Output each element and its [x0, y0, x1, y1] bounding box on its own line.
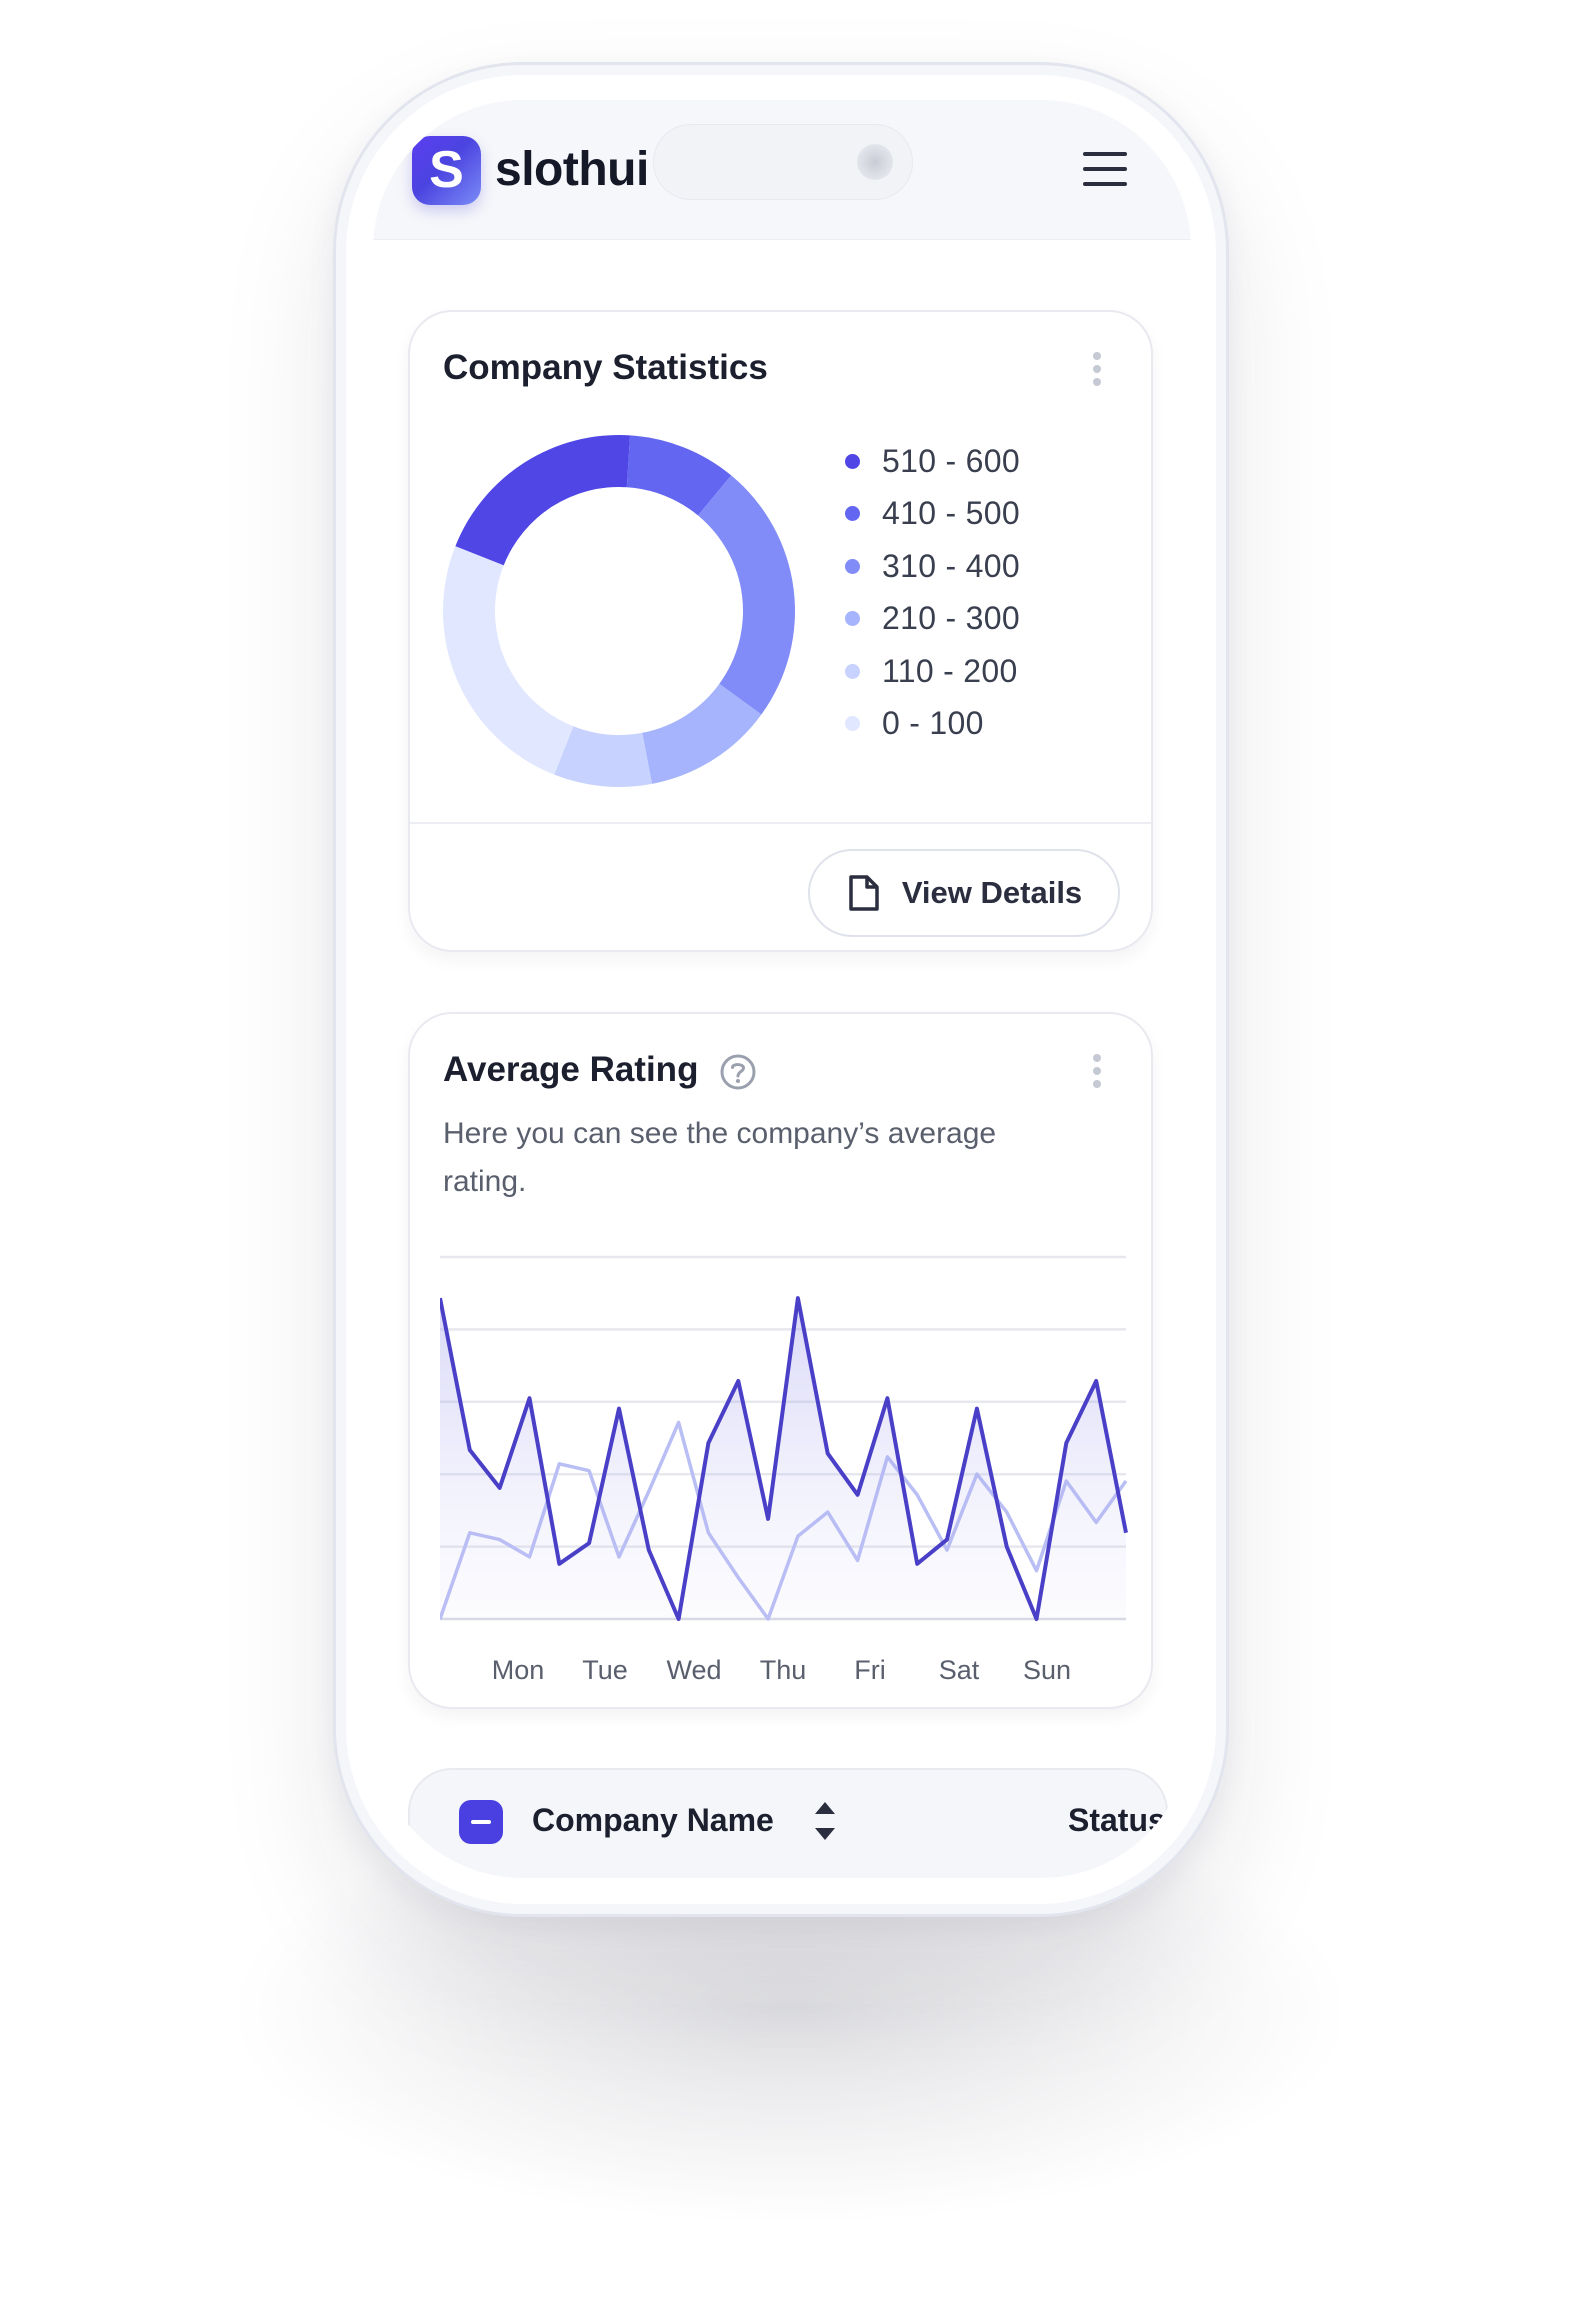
view-details-button[interactable]: View Details [808, 849, 1120, 937]
legend-item: 110 - 200 [845, 645, 1020, 698]
column-header-company-name[interactable]: Company Name [532, 1802, 774, 1839]
select-all-checkbox[interactable] [459, 1800, 503, 1844]
donut-slice[interactable] [443, 546, 574, 775]
view-details-label: View Details [901, 875, 1083, 910]
card-title: Average Rating [443, 1050, 699, 1089]
camera-icon [857, 144, 893, 180]
column-header-status[interactable]: Status [1068, 1802, 1166, 1839]
menu-bar [1083, 167, 1127, 171]
legend-label: 210 - 300 [882, 600, 1020, 637]
rating-line-chart: Mon Tue Wed Thu Fri Sat Sun [440, 1255, 1128, 1685]
document-icon [849, 875, 879, 911]
legend-item: 410 - 500 [845, 488, 1020, 541]
menu-bar [1083, 152, 1127, 156]
phone-screen: S slothui Company Statistics 510 - 600 41… [373, 100, 1191, 1878]
card-subtitle: Here you can see the company’s average r… [443, 1117, 997, 1198]
legend-item: 510 - 600 [845, 435, 1020, 488]
average-rating-card: Average Rating Here you can see the comp… [408, 1012, 1153, 1709]
legend-label: 510 - 600 [882, 442, 1020, 479]
card-divider [410, 822, 1151, 824]
card-title: Company Statistics [443, 348, 768, 387]
company-table-header: Company Name Status [408, 1768, 1168, 1878]
x-tick-label: Sat [939, 1655, 980, 1685]
series-area [440, 1298, 1126, 1619]
company-statistics-card: Company Statistics 510 - 600 410 - 500 310… [408, 310, 1153, 952]
donut-legend: 510 - 600 410 - 500 310 - 400 210 - 300 110 … [845, 435, 1020, 750]
sort-icon[interactable] [810, 1798, 840, 1844]
kebab-dot [1093, 1054, 1101, 1062]
x-tick-label: Fri [854, 1655, 885, 1685]
legend-item: 0 - 100 [845, 698, 1020, 751]
legend-dot [845, 506, 860, 522]
kebab-dot [1093, 1080, 1101, 1088]
x-tick-label: Tue [582, 1655, 628, 1685]
legend-label: 0 - 100 [882, 705, 984, 742]
legend-label: 310 - 400 [882, 547, 1020, 584]
legend-label: 410 - 500 [882, 495, 1020, 532]
legend-dot [845, 558, 860, 574]
more-options-icon[interactable] [1093, 1054, 1103, 1094]
donut-slice[interactable] [698, 475, 795, 715]
brand-name[interactable]: slothui [495, 142, 649, 197]
top-navigation-bar: S slothui [373, 100, 1191, 240]
x-tick-label: Wed [666, 1655, 721, 1685]
menu-bar [1083, 182, 1127, 186]
kebab-dot [1093, 352, 1101, 360]
logo-icon[interactable]: S [412, 136, 481, 205]
legend-item: 310 - 400 [845, 540, 1020, 593]
legend-dot [845, 611, 860, 627]
question-circle-icon[interactable] [718, 1052, 758, 1092]
legend-dot [845, 716, 860, 732]
legend-label: 110 - 200 [882, 652, 1018, 689]
donut-slice[interactable] [455, 435, 631, 566]
minus-icon [471, 1820, 491, 1824]
x-tick-label: Sun [1023, 1655, 1071, 1685]
x-tick-label: Mon [492, 1655, 545, 1685]
x-tick-label: Thu [760, 1655, 807, 1685]
hamburger-menu-icon[interactable] [1083, 152, 1127, 188]
kebab-dot [1093, 365, 1101, 373]
legend-item: 210 - 300 [845, 593, 1020, 646]
donut-chart [443, 435, 795, 787]
kebab-dot [1093, 378, 1101, 386]
kebab-dot [1093, 1067, 1101, 1075]
legend-dot [845, 453, 860, 469]
legend-dot [845, 663, 860, 679]
more-options-icon[interactable] [1093, 352, 1103, 392]
